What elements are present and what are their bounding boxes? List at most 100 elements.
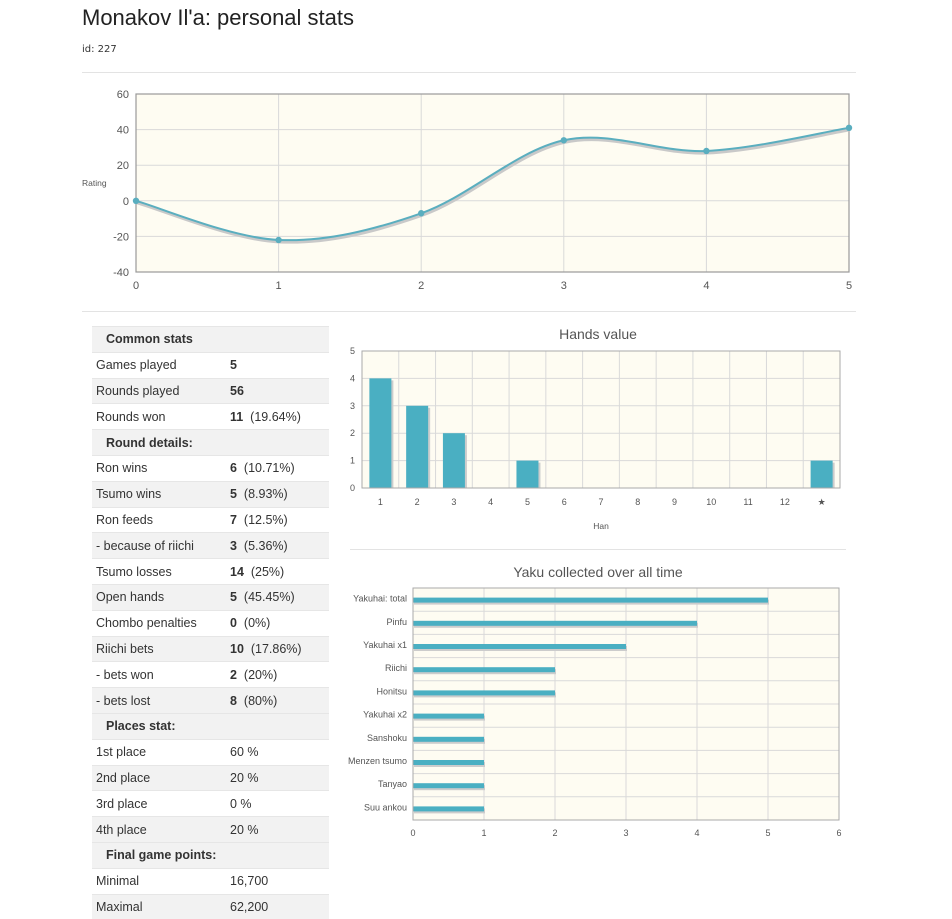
y-tick-label: Suu ankou	[364, 802, 407, 812]
bar	[413, 713, 484, 719]
x-tick-label: 5	[525, 497, 530, 507]
stat-label: 4th place	[92, 816, 230, 843]
stat-value-cell: 7 (12.5%)	[230, 506, 329, 533]
x-tick-label: 4	[703, 280, 709, 292]
x-tick-label: 4	[488, 497, 493, 507]
y-tick-label: 0	[350, 483, 355, 493]
y-tick-label: -20	[113, 231, 129, 243]
stat-percent: (0%)	[243, 616, 271, 631]
stat-percent: (19.64%)	[250, 409, 301, 424]
stat-value-cell: 3 (5.36%)	[230, 532, 329, 559]
stat-value-cell: 5	[230, 351, 329, 379]
stat-row: Rounds won 11 (19.64%)	[92, 403, 329, 430]
stat-value-cell: 6 (10.71%)	[230, 454, 329, 482]
bar	[413, 620, 697, 626]
y-tick-label: 20	[117, 160, 129, 172]
data-point	[132, 197, 140, 204]
bar	[413, 667, 555, 673]
stat-row: - bets lost 8 (80%)	[92, 687, 329, 714]
stat-value-cell: 16,700	[230, 867, 329, 895]
stat-label: Rounds won	[92, 403, 230, 430]
stat-value: 56	[230, 383, 244, 398]
x-tick-label: 12	[780, 497, 790, 507]
stat-percent: (25%)	[250, 564, 285, 579]
y-tick-label: Honitsu	[376, 686, 407, 696]
bar	[369, 378, 392, 488]
stat-value: 62,200	[230, 899, 269, 914]
x-tick-label: 7	[598, 497, 603, 507]
y-tick-label: Sanshoku	[367, 733, 407, 743]
page-title: Monakov Il'a: personal stats	[82, 5, 355, 30]
stat-label: - bets won	[92, 661, 230, 688]
chart-title: Hands value	[559, 326, 637, 342]
section-title: Final game points:	[92, 841, 329, 869]
x-tick-label: 9	[672, 497, 677, 507]
stat-label: - bets lost	[92, 687, 230, 714]
stat-value-cell: 5 (8.93%)	[230, 480, 329, 508]
stat-value: 14	[230, 564, 244, 579]
y-tick-label: 4	[350, 373, 355, 383]
x-axis-label: Han	[593, 521, 609, 531]
x-tick-label: 1	[276, 280, 282, 292]
stat-value: 11	[230, 409, 244, 424]
stat-value-cell: 60 %	[230, 738, 329, 766]
divider	[350, 549, 846, 550]
chart-title: Yaku collected over all time	[513, 564, 683, 580]
stat-value: 3	[230, 538, 237, 553]
y-axis-label: Rating	[82, 178, 107, 188]
stat-value: 10	[230, 641, 244, 656]
stat-row: - because of riichi 3 (5.36%)	[92, 532, 329, 559]
stat-percent: (17.86%)	[250, 641, 302, 656]
bar	[413, 597, 768, 603]
section-title: Places stat:	[92, 712, 329, 740]
stat-label: Riichi bets	[92, 635, 230, 662]
stat-row: Maximal 62,200	[92, 893, 329, 919]
stat-percent: (20%)	[243, 667, 278, 682]
y-tick-label: 5	[350, 346, 355, 356]
y-tick-label: 1	[350, 456, 355, 466]
stat-value-cell: 5 (45.45%)	[230, 583, 329, 611]
bar	[516, 460, 539, 488]
x-tick-label: 6	[562, 497, 567, 507]
bar	[413, 736, 484, 742]
y-tick-label: Yakuhai x1	[363, 640, 407, 650]
y-tick-label: 2	[350, 428, 355, 438]
section-header: Final game points:	[92, 841, 329, 869]
section-title: Common stats	[92, 326, 329, 353]
stat-value-cell: 62,200	[230, 893, 329, 919]
stat-row: Chombo penalties 0 (0%)	[92, 609, 329, 637]
x-tick-label: 3	[451, 497, 456, 507]
bar	[406, 405, 429, 488]
stat-value-cell: 8 (80%)	[230, 687, 329, 714]
divider	[82, 311, 856, 312]
data-point	[845, 124, 853, 132]
stat-row: - bets won 2 (20%)	[92, 661, 329, 688]
stat-row: Tsumo losses 14 (25%)	[92, 558, 329, 585]
stat-label: Tsumo wins	[92, 480, 230, 508]
y-tick-label: 0	[123, 196, 129, 208]
stat-row: Riichi bets 10 (17.86%)	[92, 635, 329, 662]
stat-value: 20 %	[230, 822, 259, 837]
stat-percent: (8.93%)	[243, 487, 288, 502]
stat-row: Minimal 16,700	[92, 867, 329, 895]
section-header: Round details:	[92, 429, 329, 456]
stat-row: 4th place 20 %	[92, 816, 329, 843]
section-header: Places stat:	[92, 712, 329, 740]
x-tick-label: 5	[846, 280, 852, 292]
x-tick-label: 4	[694, 828, 699, 838]
bar	[413, 690, 555, 696]
data-point	[275, 236, 282, 244]
bar	[442, 433, 465, 488]
stat-row: Open hands 5 (45.45%)	[92, 583, 329, 611]
divider	[82, 72, 856, 73]
y-tick-label: Menzen tsumo	[348, 756, 407, 766]
x-tick-label: 0	[133, 280, 139, 292]
stat-label: Ron feeds	[92, 506, 230, 533]
bar	[810, 460, 833, 488]
stat-label: Open hands	[92, 583, 230, 611]
stat-value: 5	[230, 487, 237, 502]
stat-row: Ron feeds 7 (12.5%)	[92, 506, 329, 533]
stat-label: 3rd place	[92, 790, 230, 817]
stat-value: 60 %	[230, 745, 259, 760]
stat-label: 2nd place	[92, 764, 230, 791]
